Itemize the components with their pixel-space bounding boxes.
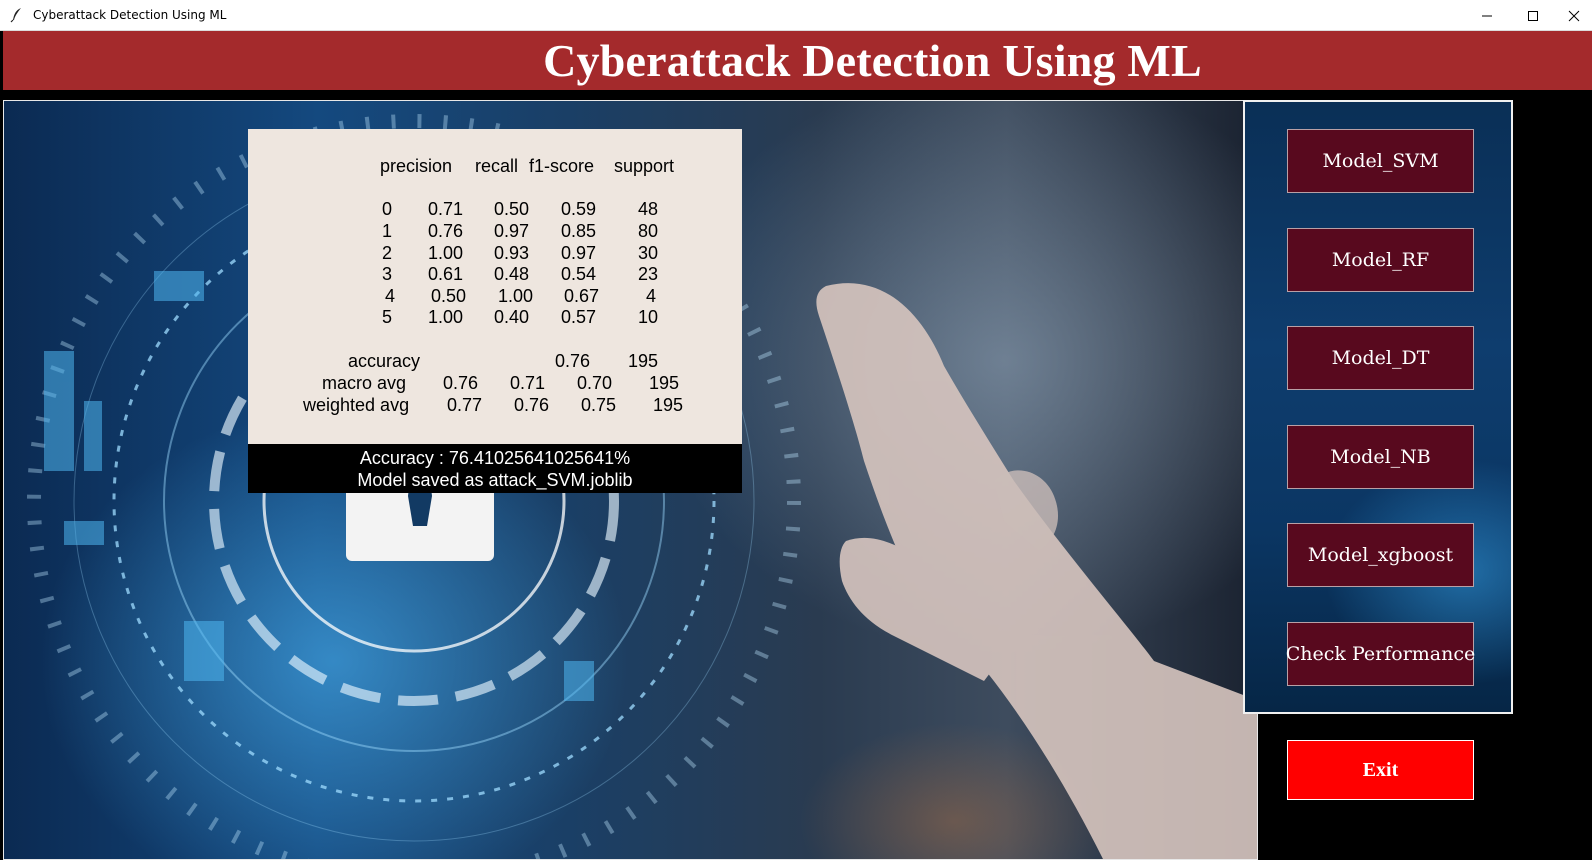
feather-icon bbox=[10, 8, 21, 23]
accuracy-text: Accuracy : 76.41025641025641% bbox=[359, 448, 631, 468]
report-row-f1: 0.54 bbox=[561, 264, 597, 284]
report-status: Accuracy : 76.41025641025641% Model save… bbox=[248, 444, 742, 493]
report-weighted-precision: 0.77 bbox=[447, 395, 483, 415]
report-row-precision: 0.50 bbox=[431, 286, 467, 306]
header-banner: Cyberattack Detection Using ML bbox=[3, 31, 1592, 90]
maximize-button[interactable] bbox=[1510, 0, 1556, 31]
window-titlebar: Cyberattack Detection Using ML bbox=[0, 0, 1592, 31]
model-saved-text: Model saved as attack_SVM.joblib bbox=[357, 470, 633, 490]
report-row-support: 10 bbox=[638, 307, 659, 327]
report-macro-f1: 0.70 bbox=[577, 373, 613, 393]
classification-report: precision recall f1-score support 0 0.71… bbox=[248, 129, 742, 444]
report-row-f1: 0.97 bbox=[561, 243, 597, 263]
report-weighted-support: 195 bbox=[653, 395, 684, 415]
report-accuracy-support: 195 bbox=[628, 351, 659, 371]
report-row-label: 0 bbox=[382, 199, 393, 219]
report-row-label: 3 bbox=[382, 264, 393, 284]
report-row-recall: 0.40 bbox=[494, 307, 530, 327]
report-row-precision: 0.71 bbox=[428, 199, 464, 219]
exit-button[interactable]: Exit bbox=[1287, 740, 1474, 800]
report-header-precision: precision bbox=[380, 156, 453, 176]
model-rf-button[interactable]: Model_RF bbox=[1287, 228, 1474, 292]
minimize-icon bbox=[1482, 15, 1492, 16]
close-icon bbox=[1568, 10, 1580, 21]
page-title: Cyberattack Detection Using ML bbox=[543, 35, 1202, 86]
report-header-recall: recall bbox=[475, 156, 519, 176]
report-row-precision: 0.61 bbox=[428, 264, 464, 284]
report-row-recall: 0.93 bbox=[494, 243, 530, 263]
model-nb-button[interactable]: Model_NB bbox=[1287, 425, 1474, 489]
report-row-f1: 0.85 bbox=[561, 221, 597, 241]
report-row-label: 4 bbox=[385, 286, 396, 306]
report-row-recall: 0.97 bbox=[494, 221, 530, 241]
report-header-support: support bbox=[614, 156, 675, 176]
report-weighted-f1: 0.75 bbox=[581, 395, 617, 415]
report-row-support: 48 bbox=[638, 199, 659, 219]
model-dt-button[interactable]: Model_DT bbox=[1287, 326, 1474, 390]
report-accuracy-f1: 0.76 bbox=[555, 351, 591, 371]
model-xgboost-button[interactable]: Model_xgboost bbox=[1287, 523, 1474, 587]
model-svm-button[interactable]: Model_SVM bbox=[1287, 129, 1474, 193]
close-button[interactable] bbox=[1556, 0, 1592, 31]
report-macro-precision: 0.76 bbox=[443, 373, 479, 393]
report-row-precision: 1.00 bbox=[428, 243, 464, 263]
report-row-recall: 1.00 bbox=[498, 286, 534, 306]
report-header-f1: f1-score bbox=[529, 156, 595, 176]
report-row-recall: 0.50 bbox=[494, 199, 530, 219]
report-macro-recall: 0.71 bbox=[510, 373, 546, 393]
report-weighted-label: weighted avg bbox=[303, 395, 410, 415]
report-row-support: 80 bbox=[638, 221, 659, 241]
report-row-f1: 0.59 bbox=[561, 199, 597, 219]
report-accuracy-label: accuracy bbox=[348, 351, 421, 371]
report-macro-support: 195 bbox=[649, 373, 680, 393]
window-title: Cyberattack Detection Using ML bbox=[33, 8, 227, 22]
maximize-icon bbox=[1528, 10, 1538, 21]
report-row-support: 30 bbox=[638, 243, 659, 263]
check-performance-button[interactable]: Check Performance bbox=[1286, 622, 1475, 686]
report-macro-label: macro avg bbox=[322, 373, 407, 393]
report-row-support: 4 bbox=[646, 286, 657, 306]
report-row-support: 23 bbox=[638, 264, 659, 284]
report-row-precision: 0.76 bbox=[428, 221, 464, 241]
report-row-label: 5 bbox=[382, 307, 393, 327]
report-row-f1: 0.67 bbox=[564, 286, 600, 306]
report-row-label: 1 bbox=[382, 221, 393, 241]
report-weighted-recall: 0.76 bbox=[514, 395, 550, 415]
report-row-label: 2 bbox=[382, 243, 393, 263]
report-row-f1: 0.57 bbox=[561, 307, 597, 327]
report-row-recall: 0.48 bbox=[494, 264, 530, 284]
minimize-button[interactable] bbox=[1464, 0, 1510, 31]
report-row-precision: 1.00 bbox=[428, 307, 464, 327]
